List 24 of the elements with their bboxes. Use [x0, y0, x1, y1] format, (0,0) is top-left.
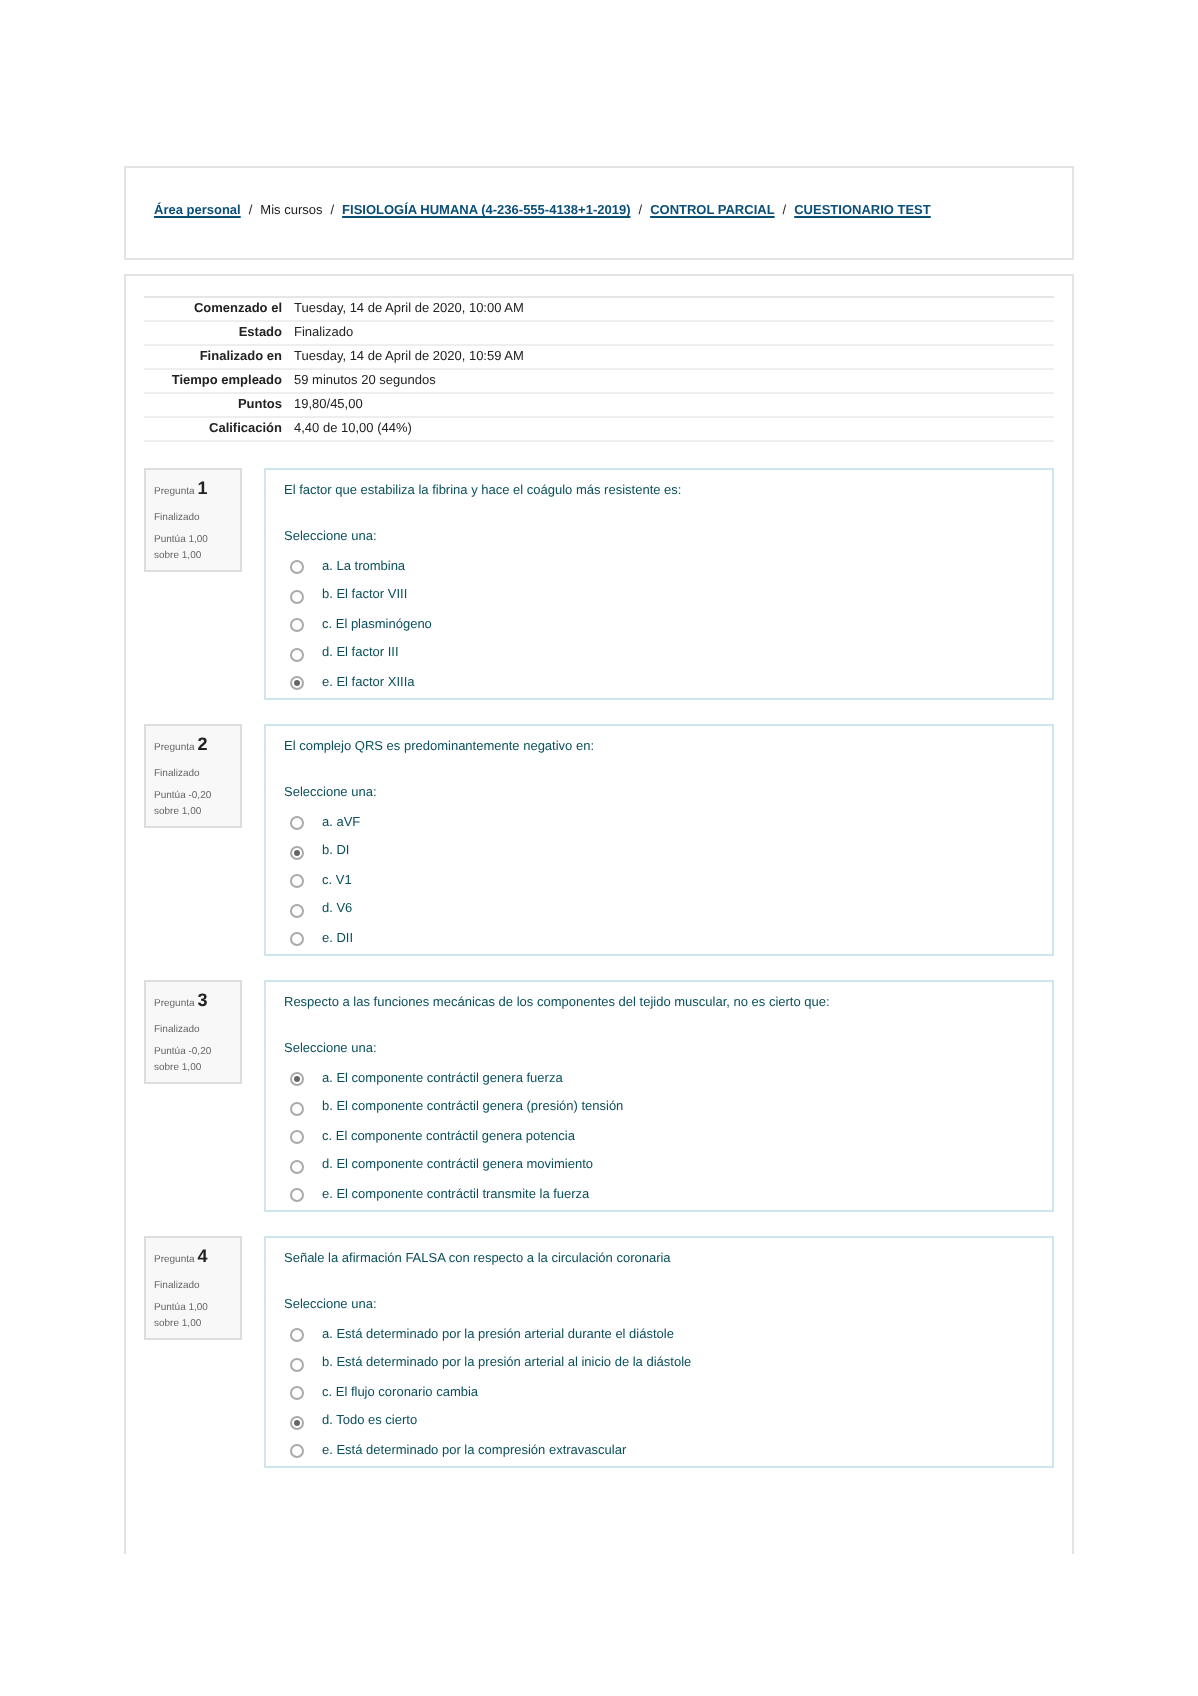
radio-button[interactable]: [290, 1328, 304, 1343]
question-number: 4: [197, 1246, 208, 1266]
radio-button[interactable]: [290, 1072, 304, 1087]
radio-button[interactable]: [290, 1415, 304, 1430]
radio-button[interactable]: [290, 676, 304, 691]
radio-button[interactable]: [290, 1357, 304, 1372]
radio-button[interactable]: [290, 647, 304, 662]
radio-button[interactable]: [290, 845, 304, 860]
radio-button[interactable]: [290, 1188, 304, 1203]
radio-button[interactable]: [290, 932, 304, 947]
radio-button[interactable]: [290, 618, 304, 633]
radio-button[interactable]: [290, 816, 304, 831]
radio-button[interactable]: [290, 1101, 304, 1116]
question-number: 2: [197, 734, 208, 754]
radio-button[interactable]: [290, 560, 304, 575]
radio-button[interactable]: [290, 1386, 304, 1401]
question-number: 1: [197, 478, 208, 498]
radio-button[interactable]: [290, 903, 304, 918]
radio-button[interactable]: [290, 589, 304, 604]
radio-button[interactable]: [290, 874, 304, 889]
radio-button[interactable]: [290, 1159, 304, 1174]
radio-button[interactable]: [290, 1130, 304, 1145]
question-number: 3: [197, 990, 208, 1010]
radio-button[interactable]: [290, 1444, 304, 1459]
